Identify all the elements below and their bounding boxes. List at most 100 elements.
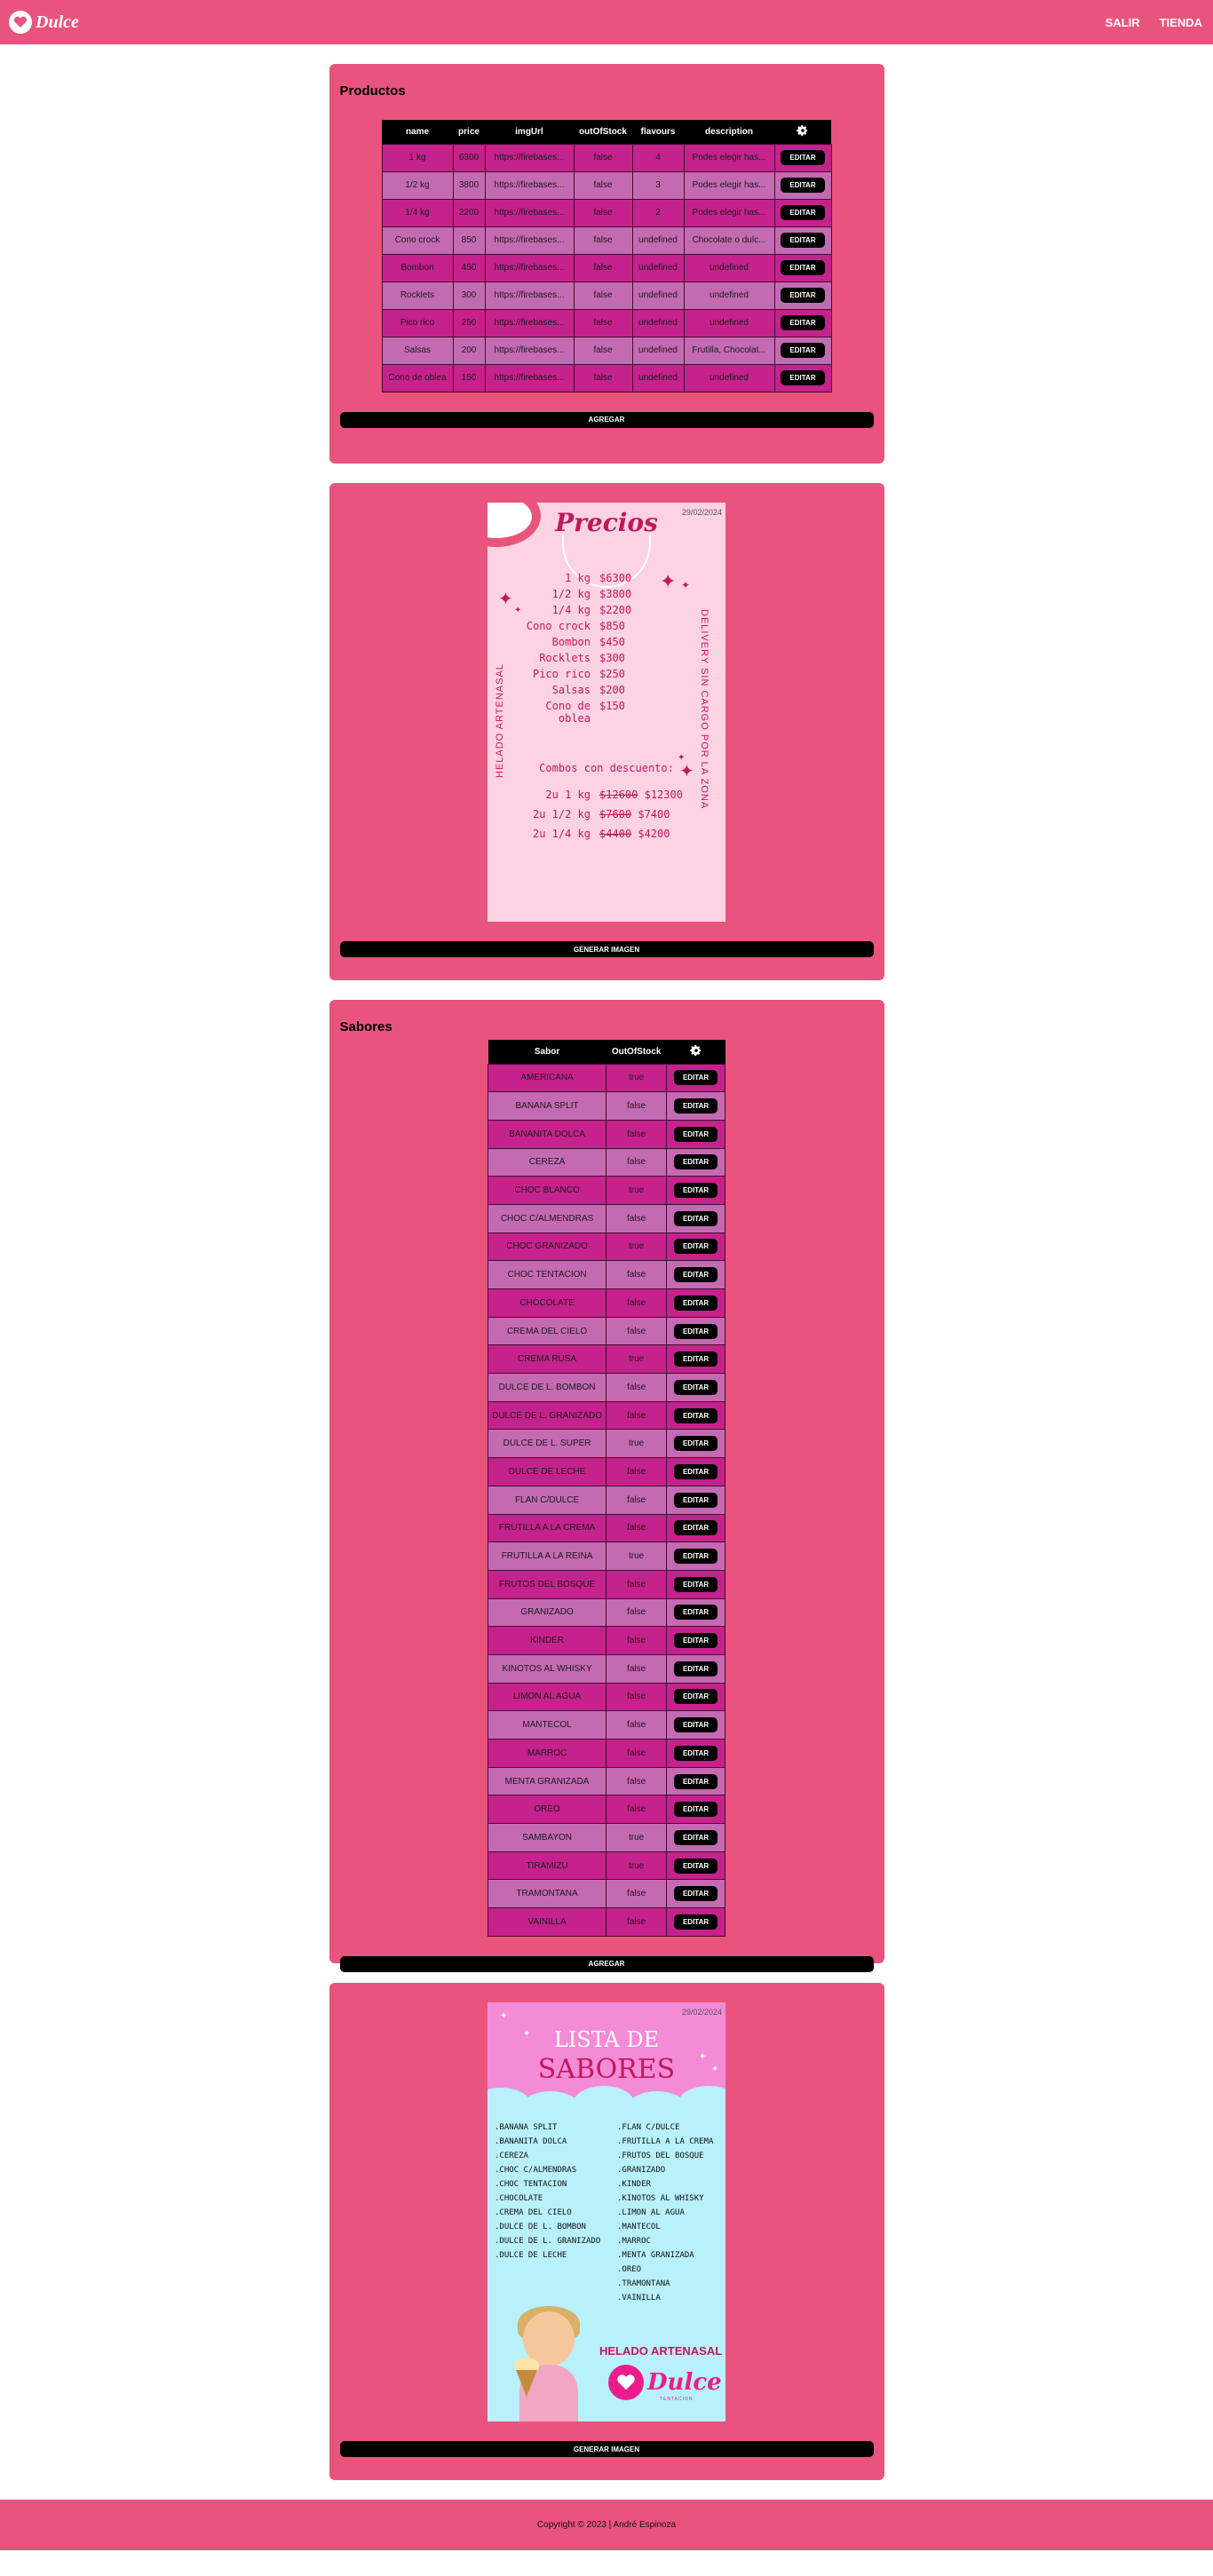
poster-flavour-item: .DULCE DE LECHE <box>495 2251 567 2260</box>
edit-flavour-button[interactable]: EDITAR <box>673 1717 718 1733</box>
nav-tienda-link[interactable]: TIENDA <box>1160 16 1202 29</box>
table-row: Cono crock 850 https://firebases... false un… <box>381 226 832 255</box>
cell-outofstock: true <box>606 1176 668 1205</box>
edit-flavour-button[interactable]: EDITAR <box>673 1773 718 1789</box>
poster-price-row: Salsas $200 <box>523 684 692 696</box>
edit-product-button[interactable]: EDITAR <box>781 315 825 330</box>
edit-flavour-button[interactable]: EDITAR <box>673 1914 718 1930</box>
table-row: VAINILLA false EDITAR <box>487 1907 725 1937</box>
brand-logo[interactable]: Dulce <box>9 11 79 34</box>
cell-name: Rocklets <box>381 281 454 310</box>
cell-sabor: TIRAMIZU <box>487 1851 607 1881</box>
col-imgurl: imgUrl <box>485 120 574 144</box>
edit-flavour-button[interactable]: EDITAR <box>673 1745 718 1761</box>
cell-outofstock: true <box>606 1429 668 1459</box>
poster-item-name: 1/4 kg <box>551 604 591 616</box>
footer: Copyright © 2023 | André Espinoza <box>0 2500 1213 2550</box>
nav-salir-link[interactable]: SALIR <box>1106 16 1140 29</box>
edit-flavour-button[interactable]: EDITAR <box>673 1351 718 1367</box>
flavours-header-row: Sabor OutOfStock <box>488 1040 725 1064</box>
edit-flavour-button[interactable]: EDITAR <box>673 1098 718 1114</box>
cell-actions: EDITAR <box>773 336 832 365</box>
edit-flavour-button[interactable]: EDITAR <box>673 1323 718 1339</box>
edit-flavour-button[interactable]: EDITAR <box>673 1549 718 1565</box>
table-row: BANANA SPLIT false EDITAR <box>487 1091 725 1121</box>
edit-flavour-button[interactable]: EDITAR <box>673 1492 718 1508</box>
edit-product-button[interactable]: EDITAR <box>781 178 825 193</box>
edit-flavour-button[interactable]: EDITAR <box>673 1689 718 1705</box>
edit-flavour-button[interactable]: EDITAR <box>673 1379 718 1395</box>
cell-outofstock: false <box>606 1682 668 1712</box>
gear-icon <box>689 1044 701 1056</box>
poster-flavour-item: .BANANITA DOLCA <box>495 2137 567 2146</box>
edit-flavour-button[interactable]: EDITAR <box>673 1154 718 1170</box>
edit-flavour-button[interactable]: EDITAR <box>673 1576 718 1592</box>
cell-imgurl: https://firebases... <box>484 170 575 200</box>
poster-flavour-item: .DULCE DE L. BOMBON <box>495 2223 586 2231</box>
poster-item-name: 1/2 kg <box>551 588 591 600</box>
add-flavour-button[interactable]: AGREGAR <box>339 1955 874 1972</box>
col-price: price <box>453 120 485 144</box>
poster-date: 29/02/2024 <box>681 2008 722 2017</box>
cell-sabor: LIMON AL AGUA <box>487 1682 607 1712</box>
cell-outofstock: false <box>573 170 633 200</box>
table-row: DULCE DE LECHE false EDITAR <box>487 1457 725 1486</box>
edit-product-button[interactable]: EDITAR <box>781 233 825 248</box>
add-product-button[interactable]: AGREGAR <box>339 411 874 428</box>
edit-flavour-button[interactable]: EDITAR <box>673 1463 718 1479</box>
cell-outofstock: false <box>606 1710 668 1740</box>
cell-actions: EDITAR <box>666 1795 725 1825</box>
edit-product-button[interactable]: EDITAR <box>781 205 825 220</box>
generate-flavour-image-button[interactable]: GENERAR IMAGEN <box>339 2441 874 2457</box>
poster-brand-logo: Dulce <box>608 2365 722 2400</box>
edit-flavour-button[interactable]: EDITAR <box>673 1210 718 1226</box>
edit-flavour-button[interactable]: EDITAR <box>673 1661 718 1676</box>
table-row: MENTA GRANIZADA false EDITAR <box>487 1766 725 1796</box>
edit-flavour-button[interactable]: EDITAR <box>673 1605 718 1621</box>
poster-flavour-item: .BANANA SPLIT <box>495 2123 558 2132</box>
edit-flavour-button[interactable]: EDITAR <box>673 1858 718 1874</box>
edit-flavour-button[interactable]: EDITAR <box>673 1436 718 1452</box>
cell-outofstock: false <box>606 1119 668 1149</box>
cell-price: 3800 <box>452 170 486 200</box>
poster-title-line2: SABORES <box>537 2054 676 2085</box>
poster-flavour-item: .GRANIZADO <box>617 2166 666 2175</box>
edit-flavour-button[interactable]: EDITAR <box>673 1886 718 1902</box>
edit-product-button[interactable]: EDITAR <box>781 370 825 385</box>
edit-flavour-button[interactable]: EDITAR <box>673 1267 718 1283</box>
table-row: DULCE DE L. GRANIZADO false EDITAR <box>487 1400 725 1431</box>
cell-outofstock: false <box>606 1457 668 1486</box>
edit-flavour-button[interactable]: EDITAR <box>673 1183 718 1199</box>
poster-item-name: 1 kg <box>565 572 591 584</box>
cell-actions: EDITAR <box>666 1485 725 1515</box>
edit-flavour-button[interactable]: EDITAR <box>673 1520 718 1536</box>
flavour-poster-card: ✦ ✦ ✦ ✦ 29/02/2024 LISTA DE SABORES .BAN… <box>329 1983 884 2480</box>
edit-flavour-button[interactable]: EDITAR <box>673 1407 718 1423</box>
edit-product-button[interactable]: EDITAR <box>781 343 825 358</box>
edit-flavour-button[interactable]: EDITAR <box>673 1295 718 1311</box>
edit-product-button[interactable]: EDITAR <box>781 260 825 275</box>
edit-flavour-button[interactable]: EDITAR <box>673 1633 718 1649</box>
edit-product-button[interactable]: EDITAR <box>781 288 825 303</box>
edit-flavour-button[interactable]: EDITAR <box>673 1802 718 1818</box>
edit-flavour-button[interactable]: EDITAR <box>673 1126 718 1142</box>
poster-flavour-item: .CHOCOLATE <box>495 2194 543 2203</box>
col-settings <box>666 1040 725 1064</box>
col-settings <box>774 120 831 144</box>
edit-product-button[interactable]: EDITAR <box>781 150 825 165</box>
edit-flavour-button[interactable]: EDITAR <box>673 1829 718 1845</box>
generate-price-image-button[interactable]: GENERAR IMAGEN <box>339 941 874 957</box>
cell-actions: EDITAR <box>666 1457 725 1486</box>
col-flavours: flavours <box>632 120 684 144</box>
cell-imgurl: https://firebases... <box>484 253 575 282</box>
poster-flavour-item: .CHOC TENTACION <box>495 2180 567 2189</box>
cell-actions: EDITAR <box>666 1288 725 1318</box>
poster-left-vertical-text: HELADO ARTENASAL <box>495 663 505 778</box>
cell-outofstock: false <box>606 1766 668 1796</box>
cell-imgurl: https://firebases... <box>484 143 575 172</box>
cell-outofstock: false <box>606 1513 668 1543</box>
edit-flavour-button[interactable]: EDITAR <box>673 1239 718 1255</box>
edit-flavour-button[interactable]: EDITAR <box>673 1070 718 1086</box>
cell-outofstock: false <box>606 1485 668 1515</box>
products-header-row: name price imgUrl outOfStock flavours de… <box>382 120 831 144</box>
